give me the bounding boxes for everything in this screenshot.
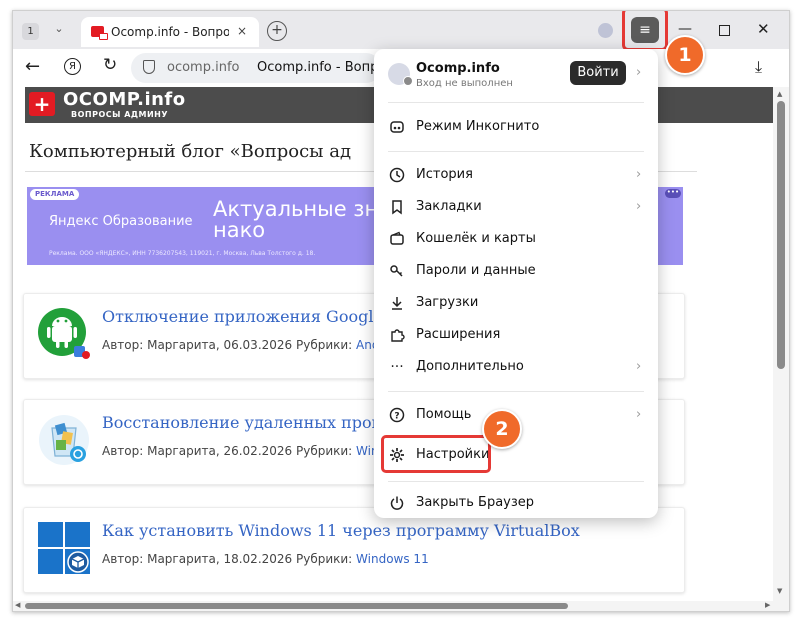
horizontal-scroll-thumb[interactable] [25, 603, 568, 609]
post-card: Как установить Windows 11 через программ… [23, 507, 685, 593]
profile-avatar-icon[interactable] [598, 23, 613, 38]
scroll-down-icon[interactable]: ▼ [777, 587, 782, 595]
post-meta-text: Автор: Маргарита, 06.03.2026 Рубрики: [102, 338, 357, 352]
address-page-title: Ocomp.info - Вопро [257, 60, 387, 75]
ad-more-icon[interactable]: ••• [665, 189, 681, 198]
account-avatar-icon [388, 63, 413, 86]
reload-icon[interactable]: ↻ [103, 55, 117, 75]
download-icon[interactable]: ⤓ [755, 57, 762, 77]
menu-button-highlight [622, 11, 668, 51]
menu-item-label: Расширения [416, 327, 501, 342]
wallet-icon [388, 230, 406, 248]
step-badge-2: 2 [482, 409, 522, 449]
incognito-icon [388, 118, 406, 136]
site-favicon-icon [91, 26, 108, 40]
login-button[interactable]: Войти [570, 61, 626, 85]
menu-item-label: Режим Инкогнито [416, 119, 540, 134]
ad-legal-text: Реклама. ООО «ЯНДЕКС», ИНН 7736207543, 1… [49, 250, 316, 257]
post-meta: Автор: Маргарита, 06.03.2026 Рубрики: An… [102, 338, 402, 352]
vertical-scroll-thumb[interactable] [777, 101, 785, 369]
svg-text:?: ? [394, 412, 399, 422]
key-icon [388, 262, 406, 280]
post-title[interactable]: Как установить Windows 11 через программ… [102, 521, 580, 540]
chevron-right-icon: › [636, 167, 642, 182]
menu-item-label: История [416, 167, 473, 182]
address-bar[interactable]: ocomp.info Ocomp.info - Вопро [131, 53, 386, 83]
menu-divider [388, 151, 644, 152]
chevron-right-icon: › [636, 359, 642, 374]
step-badge-1: 1 [665, 35, 705, 75]
horizontal-scrollbar[interactable]: ◀ ▶ [13, 601, 789, 611]
post-category-link[interactable]: Windows 11 [356, 552, 429, 566]
more-icon: ··· [390, 359, 404, 375]
browser-window: 1 ⌄ Ocomp.info - Вопросы × + ≡ — ✕ ← Я ↻… [12, 10, 790, 612]
download-icon [388, 294, 406, 312]
chevron-right-icon: › [636, 199, 642, 214]
menu-item-label: Дополнительно [416, 359, 524, 374]
power-icon [388, 494, 406, 512]
recycle-bin-icon [39, 415, 89, 465]
close-window-icon[interactable]: ✕ [757, 20, 770, 38]
menu-item-label: Закладки [416, 199, 482, 214]
menu-divider [388, 481, 644, 482]
post-title[interactable]: Восстановление удаленных програм [102, 413, 412, 432]
menu-item-more[interactable]: ··· Дополнительно › [374, 351, 658, 383]
menu-item-label: Кошелёк и карты [416, 231, 536, 246]
ad-brand: Яндекс Образование [49, 214, 193, 229]
menu-divider [388, 102, 644, 103]
menu-item-close-browser[interactable]: Закрыть Браузер [374, 487, 658, 519]
menu-item-bookmarks[interactable]: Закладки › [374, 191, 658, 223]
menu-item-downloads[interactable]: Загрузки [374, 287, 658, 319]
menu-item-history[interactable]: История › [374, 159, 658, 191]
tab-list-chevron-icon[interactable]: ⌄ [51, 21, 67, 37]
site-logo-subtitle: ВОПРОСЫ АДМИНУ [71, 110, 169, 119]
scroll-up-icon[interactable]: ▲ [777, 90, 782, 98]
chevron-right-icon: › [636, 407, 642, 422]
minimize-icon[interactable]: — [678, 22, 692, 36]
tab-active[interactable]: Ocomp.info - Вопросы × [81, 17, 259, 47]
android-icon [38, 308, 90, 359]
menu-item-extensions[interactable]: Расширения [374, 319, 658, 351]
puzzle-icon [388, 326, 406, 344]
menu-item-label: Закрыть Браузер [416, 495, 535, 510]
chevron-right-icon[interactable]: › [636, 65, 641, 80]
shield-icon[interactable] [143, 60, 155, 74]
account-status: Вход не выполнен [416, 78, 513, 89]
blog-title: Компьютерный блог «Вопросы ад [29, 141, 352, 162]
menu-item-label: Помощь [416, 407, 472, 422]
bookmark-icon [388, 198, 406, 216]
menu-item-passwords[interactable]: Пароли и данные [374, 255, 658, 287]
tab-title: Ocomp.info - Вопросы [111, 25, 229, 39]
address-domain: ocomp.info [167, 60, 240, 75]
vertical-scrollbar[interactable]: ▲ ▼ [773, 87, 789, 601]
ad-tag: РЕКЛАМА [30, 189, 80, 200]
scroll-left-icon[interactable]: ◀ [15, 601, 20, 609]
menu-item-incognito[interactable]: Режим Инкогнито [374, 111, 658, 143]
maximize-icon[interactable] [719, 25, 730, 36]
scroll-right-icon[interactable]: ▶ [765, 601, 770, 609]
site-logo-text[interactable]: OCOMP.info [63, 89, 186, 110]
post-meta: Автор: Маргарита, 18.02.2026 Рубрики: Wi… [102, 552, 429, 566]
yandex-icon[interactable]: Я [64, 58, 81, 75]
help-icon: ? [388, 406, 406, 424]
menu-item-label: Загрузки [416, 295, 479, 310]
browser-menu: Ocomp.info Вход не выполнен Войти › Режи… [374, 49, 658, 518]
windows-virtualbox-icon [38, 522, 90, 574]
account-name: Ocomp.info [416, 61, 500, 76]
back-arrow-icon[interactable]: ← [25, 56, 40, 77]
menu-item-wallet[interactable]: Кошелёк и карты [374, 223, 658, 255]
menu-divider [388, 391, 644, 392]
tab-count[interactable]: 1 [22, 23, 39, 40]
tab-close-icon[interactable]: × [237, 24, 247, 38]
post-meta-text: Автор: Маргарита, 18.02.2026 Рубрики: [102, 552, 357, 566]
post-meta: Автор: Маргарита, 26.02.2026 Рубрики: Wi… [102, 444, 403, 458]
clock-icon [388, 166, 406, 184]
post-meta-text: Автор: Маргарита, 26.02.2026 Рубрики: [102, 444, 357, 458]
new-tab-icon[interactable]: + [267, 21, 287, 41]
settings-highlight [381, 435, 491, 473]
logo-cross-icon[interactable]: + [29, 92, 55, 116]
menu-item-label: Пароли и данные [416, 263, 536, 278]
